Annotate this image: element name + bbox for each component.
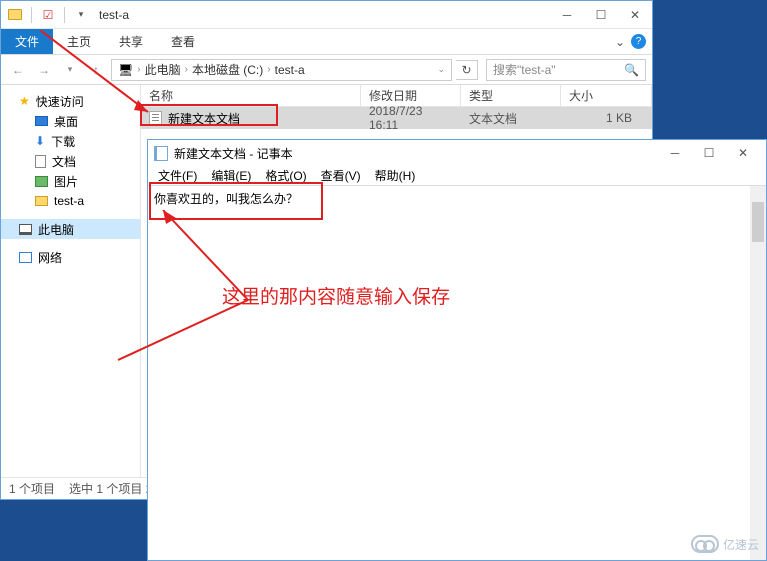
sidebar-label: 快速访问 xyxy=(36,93,84,110)
notepad-content: 你喜欢丑的，叫我怎么办？ xyxy=(154,192,298,206)
notepad-title: 新建文本文档 - 记事本 xyxy=(174,145,293,162)
sidebar-label: 此电脑 xyxy=(38,221,74,238)
sidebar-label: 文档 xyxy=(52,153,76,170)
menu-edit[interactable]: 编辑(E) xyxy=(205,167,257,184)
notepad-menubar: 文件(F) 编辑(E) 格式(O) 查看(V) 帮助(H) xyxy=(148,166,766,186)
pc-icon: 🖥 xyxy=(118,63,133,77)
sidebar-documents[interactable]: 文档 xyxy=(1,151,140,171)
close-button[interactable]: ✕ xyxy=(618,4,652,26)
sidebar-label: 桌面 xyxy=(54,113,78,130)
close-button[interactable]: ✕ xyxy=(726,142,760,164)
address-input[interactable]: 🖥 › 此电脑 › 本地磁盘 (C:) › test-a ⌄ xyxy=(111,59,452,81)
sidebar-downloads[interactable]: ⬇ 下载 xyxy=(1,131,140,151)
network-icon xyxy=(19,252,32,263)
file-date: 2018/7/23 16:11 xyxy=(361,104,461,132)
notepad-icon xyxy=(154,146,168,161)
crumb-thispc[interactable]: 此电脑 xyxy=(145,61,181,78)
file-row[interactable]: 新建文本文档 2018/7/23 16:11 文本文档 1 KB xyxy=(141,107,652,129)
col-name[interactable]: 名称 xyxy=(141,85,361,106)
sidebar-network[interactable]: 网络 xyxy=(1,247,140,267)
maximize-button[interactable]: ☐ xyxy=(584,4,618,26)
sidebar: ★ 快速访问 桌面 ⬇ 下载 文档 图片 test-a 此电脑 网络 xyxy=(1,85,141,477)
chevron-right-icon: › xyxy=(267,64,270,75)
col-size[interactable]: 大小 xyxy=(561,85,652,106)
folder-icon xyxy=(35,196,48,206)
recent-dropdown[interactable]: ▾ xyxy=(59,59,81,81)
tab-share[interactable]: 共享 xyxy=(105,29,157,54)
titlebar: ☑ ▾ test-a ─ ☐ ✕ xyxy=(1,1,652,29)
minimize-button[interactable]: ─ xyxy=(658,142,692,164)
sidebar-pictures[interactable]: 图片 xyxy=(1,171,140,191)
address-dropdown-icon[interactable]: ⌄ xyxy=(437,64,445,75)
tab-view[interactable]: 查看 xyxy=(157,29,209,54)
notepad-window: 新建文本文档 - 记事本 ─ ☐ ✕ 文件(F) 编辑(E) 格式(O) 查看(… xyxy=(147,139,767,561)
search-input[interactable]: 搜索"test-a" 🔍 xyxy=(486,59,646,81)
sidebar-label: 图片 xyxy=(54,173,78,190)
scroll-thumb[interactable] xyxy=(752,202,764,242)
scrollbar[interactable] xyxy=(750,186,766,560)
chevron-right-icon: › xyxy=(137,64,140,75)
sidebar-label: test-a xyxy=(54,194,84,208)
chevron-right-icon: › xyxy=(185,64,188,75)
address-bar: ← → ▾ ↑ 🖥 › 此电脑 › 本地磁盘 (C:) › test-a ⌄ ↻… xyxy=(1,55,652,85)
star-icon: ★ xyxy=(19,94,30,108)
refresh-button[interactable]: ↻ xyxy=(456,60,478,80)
picture-icon xyxy=(35,176,48,187)
watermark: 亿速云 xyxy=(691,535,759,553)
search-placeholder: 搜索"test-a" xyxy=(493,61,556,78)
document-icon xyxy=(35,155,46,168)
status-selected: 选中 1 个项目 24 xyxy=(69,480,159,497)
sidebar-label: 网络 xyxy=(38,249,62,266)
menu-format[interactable]: 格式(O) xyxy=(259,167,312,184)
col-type[interactable]: 类型 xyxy=(461,85,561,106)
forward-button[interactable]: → xyxy=(33,59,55,81)
desktop-icon xyxy=(35,116,48,126)
sidebar-thispc[interactable]: 此电脑 xyxy=(1,219,140,239)
notepad-titlebar: 新建文本文档 - 记事本 ─ ☐ ✕ xyxy=(148,140,766,166)
tab-home[interactable]: 主页 xyxy=(53,29,105,54)
sidebar-desktop[interactable]: 桌面 xyxy=(1,111,140,131)
watermark-text: 亿速云 xyxy=(723,536,759,553)
folder-icon xyxy=(7,7,23,23)
chevron-down-icon[interactable]: ⌄ xyxy=(615,35,625,49)
notepad-textarea[interactable]: 你喜欢丑的，叫我怎么办？ xyxy=(148,186,766,560)
ribbon-tabs: 文件 主页 共享 查看 ⌄ ? xyxy=(1,29,652,55)
pc-icon xyxy=(19,224,32,235)
status-items: 1 个项目 xyxy=(9,480,55,497)
up-button[interactable]: ↑ xyxy=(85,59,107,81)
properties-icon[interactable]: ☑ xyxy=(40,7,56,23)
file-name: 新建文本文档 xyxy=(168,110,240,127)
search-icon: 🔍 xyxy=(624,63,639,77)
download-icon: ⬇ xyxy=(35,134,45,148)
dropdown-icon[interactable]: ▾ xyxy=(73,7,89,23)
watermark-icon xyxy=(691,535,719,553)
quick-access-toolbar: ☑ ▾ xyxy=(1,7,95,23)
minimize-button[interactable]: ─ xyxy=(550,4,584,26)
crumb-folder[interactable]: test-a xyxy=(275,63,305,77)
sidebar-quick-access[interactable]: ★ 快速访问 xyxy=(1,91,140,111)
file-type: 文本文档 xyxy=(461,110,561,127)
maximize-button[interactable]: ☐ xyxy=(692,142,726,164)
file-size: 1 KB xyxy=(561,111,652,125)
text-file-icon xyxy=(149,111,162,126)
menu-file[interactable]: 文件(F) xyxy=(152,167,203,184)
menu-view[interactable]: 查看(V) xyxy=(315,167,367,184)
crumb-disk[interactable]: 本地磁盘 (C:) xyxy=(192,61,263,78)
window-title: test-a xyxy=(95,8,129,22)
back-button[interactable]: ← xyxy=(7,59,29,81)
help-icon[interactable]: ? xyxy=(631,34,646,49)
sidebar-label: 下载 xyxy=(51,133,75,150)
tab-file[interactable]: 文件 xyxy=(1,29,53,54)
sidebar-testa[interactable]: test-a xyxy=(1,191,140,211)
menu-help[interactable]: 帮助(H) xyxy=(369,167,422,184)
col-date[interactable]: 修改日期 xyxy=(361,85,461,106)
